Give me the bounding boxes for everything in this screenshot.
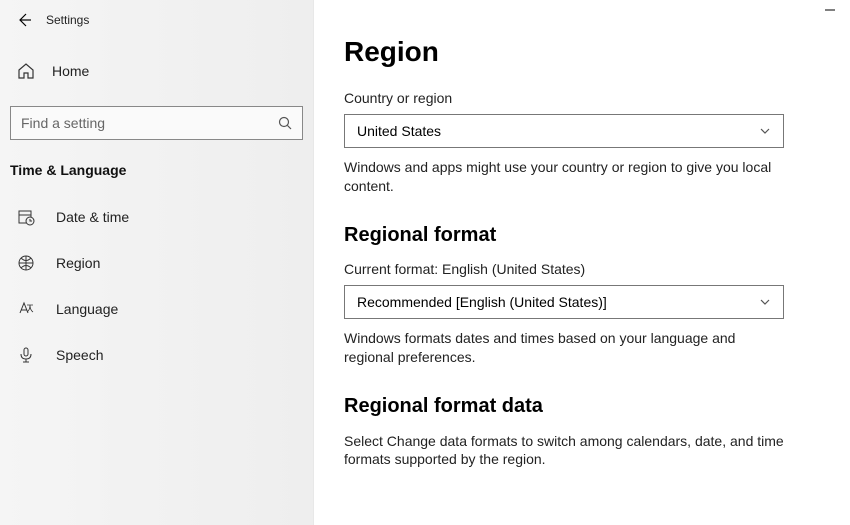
- category-header: Time & Language: [0, 150, 313, 190]
- regional-format-data-title: Regional format data: [344, 395, 820, 418]
- titlebar: Settings: [0, 0, 313, 40]
- country-dropdown[interactable]: United States: [344, 114, 784, 148]
- format-data-description: Select Change data formats to switch amo…: [344, 432, 784, 470]
- sidebar-item-home[interactable]: Home: [0, 52, 313, 90]
- search-icon: [278, 116, 292, 130]
- search-input[interactable]: [11, 115, 302, 131]
- format-dropdown[interactable]: Recommended [English (United States)]: [344, 285, 784, 319]
- search-box[interactable]: [10, 106, 303, 140]
- sidebar-item-language[interactable]: Language: [0, 286, 313, 332]
- chevron-down-icon: [759, 125, 771, 137]
- app-title: Settings: [46, 13, 89, 27]
- current-format-label: Current format: English (United States): [344, 261, 820, 277]
- sidebar-item-datetime[interactable]: Date & time: [0, 194, 313, 240]
- sidebar-item-speech[interactable]: Speech: [0, 332, 313, 378]
- sidebar-item-region[interactable]: Region: [0, 240, 313, 286]
- microphone-icon: [16, 346, 36, 364]
- dropdown-value: Recommended [English (United States)]: [357, 294, 607, 310]
- home-icon: [16, 62, 36, 80]
- country-label: Country or region: [344, 90, 820, 106]
- dropdown-value: United States: [357, 123, 441, 139]
- window-controls: [824, 4, 836, 16]
- regional-format-title: Regional format: [344, 224, 820, 247]
- language-icon: [16, 300, 36, 318]
- nav-label: Date & time: [56, 209, 129, 225]
- main-content: Region Country or region United States W…: [314, 0, 850, 525]
- minimize-icon: [824, 4, 836, 16]
- back-button[interactable]: [12, 8, 36, 32]
- chevron-down-icon: [759, 296, 771, 308]
- nav-label: Region: [56, 255, 100, 271]
- arrow-left-icon: [16, 12, 32, 28]
- search-container: [0, 106, 313, 140]
- nav-label: Speech: [56, 347, 103, 363]
- globe-icon: [16, 254, 36, 272]
- nav-list: Date & time Region Language Speech: [0, 194, 313, 378]
- home-label: Home: [52, 63, 89, 79]
- format-description: Windows formats dates and times based on…: [344, 329, 784, 367]
- sidebar: Settings Home Time & Language Date & tim…: [0, 0, 314, 525]
- page-title: Region: [344, 36, 820, 68]
- nav-label: Language: [56, 301, 118, 317]
- minimize-button[interactable]: [824, 4, 836, 16]
- country-description: Windows and apps might use your country …: [344, 158, 784, 196]
- calendar-clock-icon: [16, 208, 36, 226]
